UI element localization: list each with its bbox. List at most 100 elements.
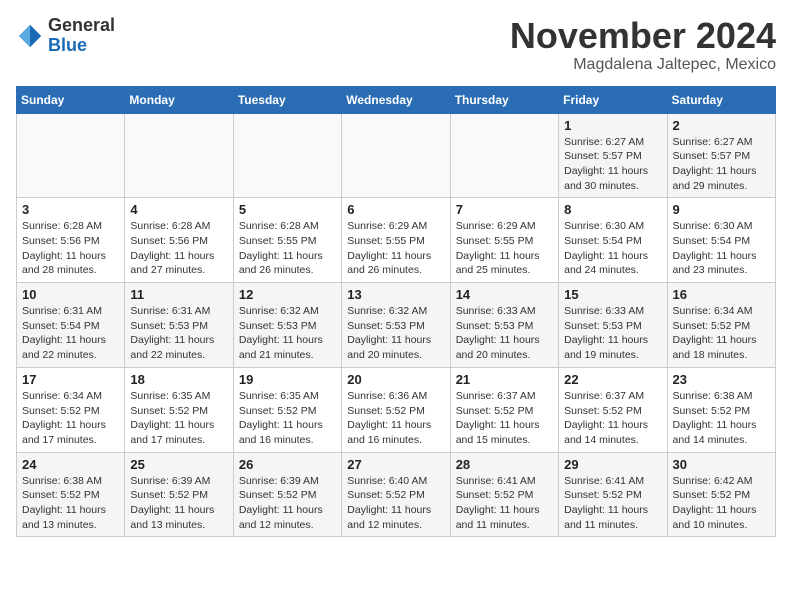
day-number: 28: [456, 457, 553, 472]
day-number: 2: [673, 118, 770, 133]
calendar-cell: 18 Sunrise: 6:35 AM Sunset: 5:52 PM Dayli…: [125, 367, 233, 452]
logo: General Blue: [16, 16, 115, 56]
day-info: Sunrise: 6:31 AM Sunset: 5:54 PM Dayligh…: [22, 304, 119, 363]
day-number: 30: [673, 457, 770, 472]
day-number: 12: [239, 287, 336, 302]
page-header: General Blue November 2024 Magdalena Jal…: [16, 16, 776, 74]
day-number: 20: [347, 372, 444, 387]
calendar-week-row: 3 Sunrise: 6:28 AM Sunset: 5:56 PM Daylig…: [17, 198, 776, 283]
day-info: Sunrise: 6:42 AM Sunset: 5:52 PM Dayligh…: [673, 474, 770, 533]
calendar-cell: 12 Sunrise: 6:32 AM Sunset: 5:53 PM Dayli…: [233, 283, 341, 368]
calendar-cell: 22Sunrise: 6:37 AM Sunset: 5:52 PM Dayli…: [559, 367, 667, 452]
day-number: 19: [239, 372, 336, 387]
calendar-cell: 16Sunrise: 6:34 AM Sunset: 5:52 PM Dayli…: [667, 283, 775, 368]
calendar-cell: 2Sunrise: 6:27 AM Sunset: 5:57 PM Daylig…: [667, 113, 775, 198]
day-number: 23: [673, 372, 770, 387]
day-number: 14: [456, 287, 553, 302]
day-number: 8: [564, 202, 661, 217]
day-info: Sunrise: 6:27 AM Sunset: 5:57 PM Dayligh…: [564, 135, 661, 194]
calendar-week-row: 10Sunrise: 6:31 AM Sunset: 5:54 PM Dayli…: [17, 283, 776, 368]
day-number: 26: [239, 457, 336, 472]
calendar-cell: 20 Sunrise: 6:36 AM Sunset: 5:52 PM Dayli…: [342, 367, 450, 452]
calendar-cell: 3Sunrise: 6:28 AM Sunset: 5:56 PM Daylig…: [17, 198, 125, 283]
calendar-cell: 29 Sunrise: 6:41 AM Sunset: 5:52 PM Dayli…: [559, 452, 667, 537]
day-info: Sunrise: 6:34 AM Sunset: 5:52 PM Dayligh…: [22, 389, 119, 448]
calendar-cell: 9 Sunrise: 6:30 AM Sunset: 5:54 PM Daylig…: [667, 198, 775, 283]
day-header-saturday: Saturday: [667, 86, 775, 113]
day-number: 9: [673, 202, 770, 217]
day-info: Sunrise: 6:36 AM Sunset: 5:52 PM Dayligh…: [347, 389, 444, 448]
day-number: 4: [130, 202, 227, 217]
calendar-cell: 23Sunrise: 6:38 AM Sunset: 5:52 PM Dayli…: [667, 367, 775, 452]
calendar-cell: 11Sunrise: 6:31 AM Sunset: 5:53 PM Dayli…: [125, 283, 233, 368]
calendar-cell: 19 Sunrise: 6:35 AM Sunset: 5:52 PM Dayli…: [233, 367, 341, 452]
calendar-week-row: 24 Sunrise: 6:38 AM Sunset: 5:52 PM Dayli…: [17, 452, 776, 537]
calendar-cell: [342, 113, 450, 198]
day-info: Sunrise: 6:29 AM Sunset: 5:55 PM Dayligh…: [456, 219, 553, 278]
day-number: 1: [564, 118, 661, 133]
day-info: Sunrise: 6:28 AM Sunset: 5:55 PM Dayligh…: [239, 219, 336, 278]
calendar-cell: 7 Sunrise: 6:29 AM Sunset: 5:55 PM Daylig…: [450, 198, 558, 283]
day-info: Sunrise: 6:33 AM Sunset: 5:53 PM Dayligh…: [456, 304, 553, 363]
day-info: Sunrise: 6:40 AM Sunset: 5:52 PM Dayligh…: [347, 474, 444, 533]
day-info: Sunrise: 6:33 AM Sunset: 5:53 PM Dayligh…: [564, 304, 661, 363]
logo-general-text: General: [48, 16, 115, 36]
calendar-cell: 17 Sunrise: 6:34 AM Sunset: 5:52 PM Dayli…: [17, 367, 125, 452]
calendar-cell: 13 Sunrise: 6:32 AM Sunset: 5:53 PM Dayli…: [342, 283, 450, 368]
calendar-cell: 26 Sunrise: 6:39 AM Sunset: 5:52 PM Dayli…: [233, 452, 341, 537]
day-info: Sunrise: 6:32 AM Sunset: 5:53 PM Dayligh…: [239, 304, 336, 363]
day-number: 3: [22, 202, 119, 217]
day-number: 17: [22, 372, 119, 387]
day-number: 29: [564, 457, 661, 472]
month-title: November 2024: [510, 16, 776, 56]
logo-text: General Blue: [48, 16, 115, 56]
day-number: 18: [130, 372, 227, 387]
day-info: Sunrise: 6:29 AM Sunset: 5:55 PM Dayligh…: [347, 219, 444, 278]
day-number: 21: [456, 372, 553, 387]
calendar-cell: 1 Sunrise: 6:27 AM Sunset: 5:57 PM Daylig…: [559, 113, 667, 198]
calendar-cell: [450, 113, 558, 198]
day-info: Sunrise: 6:30 AM Sunset: 5:54 PM Dayligh…: [564, 219, 661, 278]
calendar-cell: 5 Sunrise: 6:28 AM Sunset: 5:55 PM Daylig…: [233, 198, 341, 283]
title-block: November 2024 Magdalena Jaltepec, Mexico: [510, 16, 776, 74]
day-info: Sunrise: 6:41 AM Sunset: 5:52 PM Dayligh…: [564, 474, 661, 533]
calendar-cell: [233, 113, 341, 198]
logo-icon: [16, 22, 44, 50]
day-number: 5: [239, 202, 336, 217]
day-header-monday: Monday: [125, 86, 233, 113]
day-info: Sunrise: 6:31 AM Sunset: 5:53 PM Dayligh…: [130, 304, 227, 363]
day-info: Sunrise: 6:35 AM Sunset: 5:52 PM Dayligh…: [130, 389, 227, 448]
day-number: 7: [456, 202, 553, 217]
day-number: 27: [347, 457, 444, 472]
day-info: Sunrise: 6:28 AM Sunset: 5:56 PM Dayligh…: [130, 219, 227, 278]
calendar-cell: 10Sunrise: 6:31 AM Sunset: 5:54 PM Dayli…: [17, 283, 125, 368]
calendar-cell: 30 Sunrise: 6:42 AM Sunset: 5:52 PM Dayli…: [667, 452, 775, 537]
logo-blue-text: Blue: [48, 36, 115, 56]
day-info: Sunrise: 6:30 AM Sunset: 5:54 PM Dayligh…: [673, 219, 770, 278]
calendar-cell: 24 Sunrise: 6:38 AM Sunset: 5:52 PM Dayli…: [17, 452, 125, 537]
day-info: Sunrise: 6:39 AM Sunset: 5:52 PM Dayligh…: [239, 474, 336, 533]
day-header-thursday: Thursday: [450, 86, 558, 113]
day-info: Sunrise: 6:37 AM Sunset: 5:52 PM Dayligh…: [456, 389, 553, 448]
day-info: Sunrise: 6:38 AM Sunset: 5:52 PM Dayligh…: [22, 474, 119, 533]
day-header-wednesday: Wednesday: [342, 86, 450, 113]
day-info: Sunrise: 6:34 AM Sunset: 5:52 PM Dayligh…: [673, 304, 770, 363]
calendar-cell: [17, 113, 125, 198]
calendar-cell: 25Sunrise: 6:39 AM Sunset: 5:52 PM Dayli…: [125, 452, 233, 537]
day-number: 6: [347, 202, 444, 217]
day-header-sunday: Sunday: [17, 86, 125, 113]
calendar-cell: 8 Sunrise: 6:30 AM Sunset: 5:54 PM Daylig…: [559, 198, 667, 283]
calendar-week-row: 1 Sunrise: 6:27 AM Sunset: 5:57 PM Daylig…: [17, 113, 776, 198]
day-number: 13: [347, 287, 444, 302]
calendar-cell: [125, 113, 233, 198]
calendar-table: SundayMondayTuesdayWednesdayThursdayFrid…: [16, 86, 776, 538]
day-number: 15: [564, 287, 661, 302]
day-header-tuesday: Tuesday: [233, 86, 341, 113]
calendar-week-row: 17 Sunrise: 6:34 AM Sunset: 5:52 PM Dayli…: [17, 367, 776, 452]
day-number: 24: [22, 457, 119, 472]
calendar-cell: 4 Sunrise: 6:28 AM Sunset: 5:56 PM Daylig…: [125, 198, 233, 283]
day-info: Sunrise: 6:32 AM Sunset: 5:53 PM Dayligh…: [347, 304, 444, 363]
day-info: Sunrise: 6:35 AM Sunset: 5:52 PM Dayligh…: [239, 389, 336, 448]
day-header-friday: Friday: [559, 86, 667, 113]
day-number: 25: [130, 457, 227, 472]
